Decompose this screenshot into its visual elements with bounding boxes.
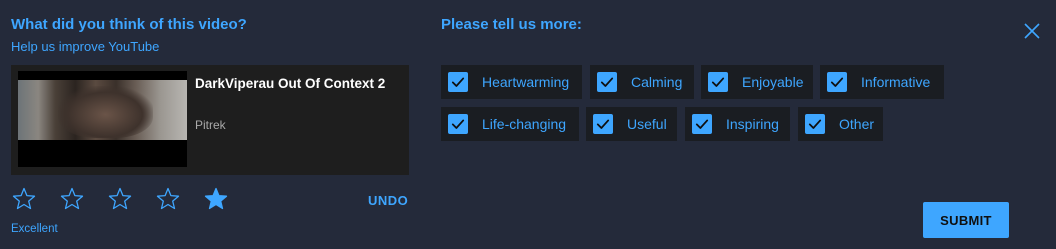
option-label: Other bbox=[839, 116, 875, 132]
option-life-changing[interactable]: Life-changing bbox=[441, 107, 579, 141]
option-other[interactable]: Other bbox=[798, 107, 883, 141]
option-calming[interactable]: Calming bbox=[590, 65, 694, 99]
option-useful[interactable]: Useful bbox=[586, 107, 677, 141]
option-label: Life-changing bbox=[482, 116, 567, 132]
star-3-icon[interactable] bbox=[107, 186, 133, 212]
option-label: Useful bbox=[627, 116, 667, 132]
checkbox-checked-icon[interactable] bbox=[805, 114, 825, 134]
checkbox-checked-icon[interactable] bbox=[692, 114, 712, 134]
checkbox-checked-icon[interactable] bbox=[448, 114, 468, 134]
option-heartwarming[interactable]: Heartwarming bbox=[441, 65, 582, 99]
checkbox-checked-icon[interactable] bbox=[597, 72, 617, 92]
survey-question: What did you think of this video? bbox=[11, 16, 247, 33]
video-channel: Pitrek bbox=[195, 118, 226, 132]
option-enjoyable[interactable]: Enjoyable bbox=[701, 65, 813, 99]
star-4-icon[interactable] bbox=[155, 186, 181, 212]
option-label: Inspiring bbox=[726, 116, 779, 132]
more-prompt: Please tell us more: bbox=[441, 16, 582, 33]
submit-button[interactable]: SUBMIT bbox=[923, 202, 1009, 238]
option-label: Informative bbox=[861, 74, 931, 90]
checkbox-checked-icon[interactable] bbox=[448, 72, 468, 92]
option-inspiring[interactable]: Inspiring bbox=[685, 107, 790, 141]
checkbox-checked-icon[interactable] bbox=[827, 72, 847, 92]
close-icon[interactable] bbox=[1022, 21, 1042, 41]
checkbox-checked-icon[interactable] bbox=[708, 72, 728, 92]
rating-label: Excellent bbox=[11, 223, 58, 235]
checkbox-checked-icon[interactable] bbox=[593, 114, 613, 134]
option-label: Heartwarming bbox=[482, 74, 570, 90]
option-label: Calming bbox=[631, 74, 683, 90]
option-informative[interactable]: Informative bbox=[820, 65, 944, 99]
video-feedback-survey: What did you think of this video? Help u… bbox=[0, 0, 1056, 249]
thumbnail-image bbox=[18, 80, 187, 140]
star-2-icon[interactable] bbox=[59, 186, 85, 212]
star-1-icon[interactable] bbox=[11, 186, 37, 212]
video-card: DarkViperau Out Of Context 2 Pitrek bbox=[11, 65, 409, 175]
undo-button[interactable]: UNDO bbox=[368, 193, 408, 208]
thumbnail-face bbox=[58, 86, 153, 138]
star-5-icon[interactable] bbox=[203, 186, 229, 212]
survey-subtitle: Help us improve YouTube bbox=[11, 39, 160, 54]
video-title: DarkViperau Out Of Context 2 bbox=[195, 76, 386, 91]
video-thumbnail bbox=[18, 71, 187, 167]
option-label: Enjoyable bbox=[742, 74, 804, 90]
